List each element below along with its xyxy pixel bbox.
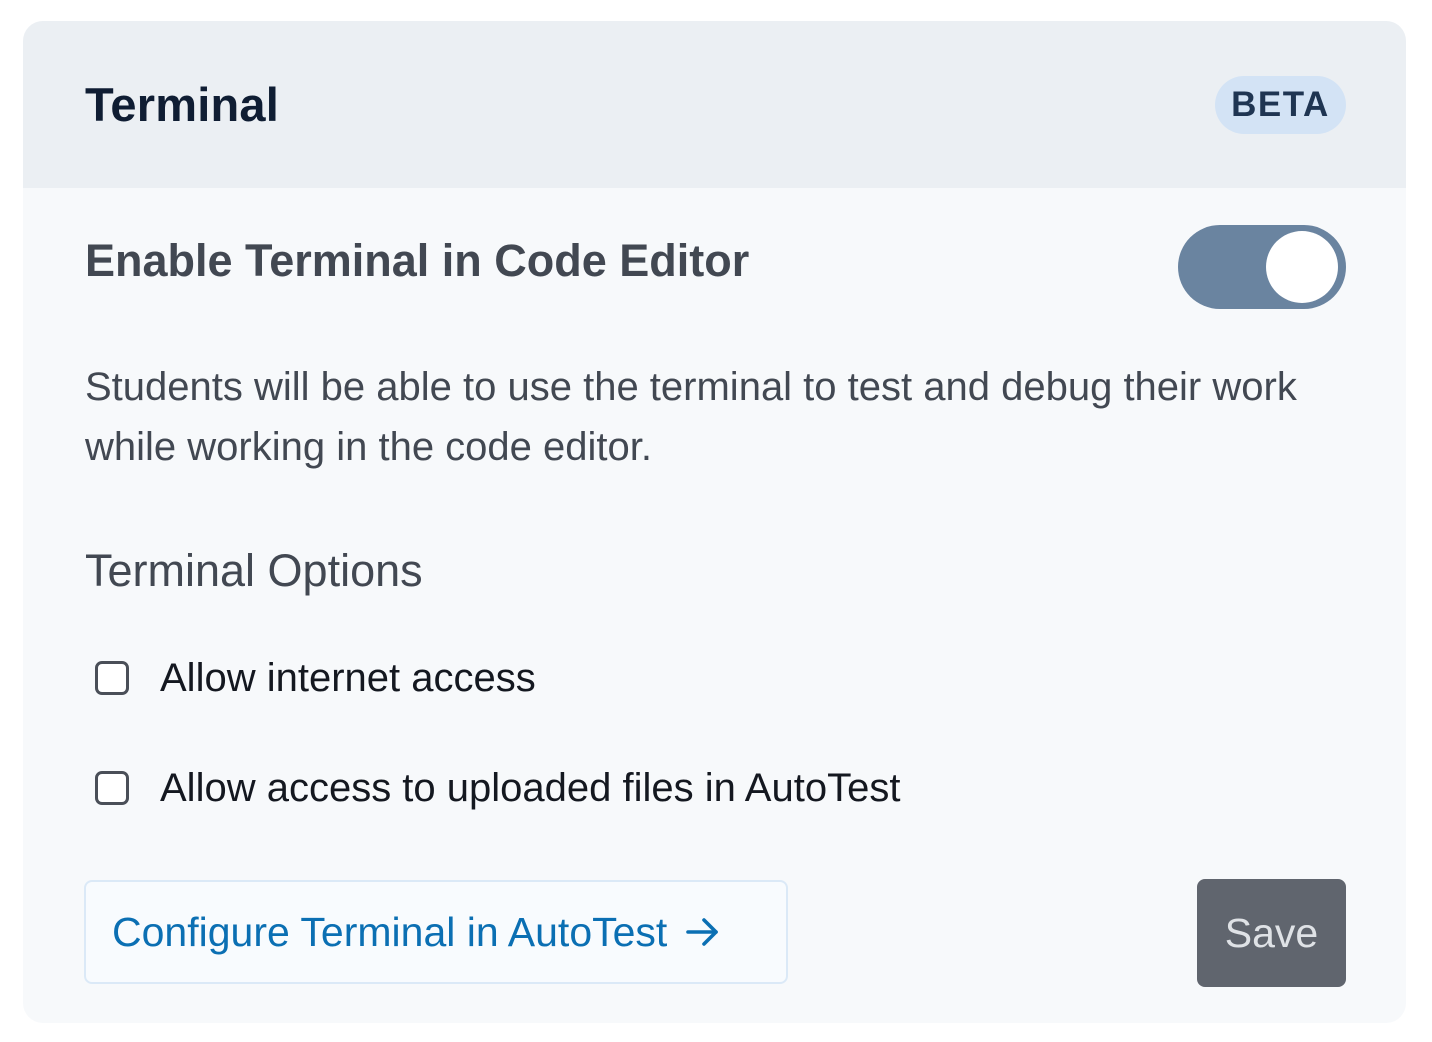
enable-terminal-description: Students will be able to use the termina… (85, 365, 1297, 469)
allow-uploaded-files-checkbox[interactable] (95, 771, 129, 805)
option-allow-internet-access[interactable]: Allow internet access (95, 648, 536, 708)
option-label: Allow access to uploaded files in AutoTe… (160, 765, 901, 810)
enable-terminal-toggle[interactable] (1178, 225, 1346, 309)
toggle-knob (1266, 231, 1338, 303)
terminal-options-heading: Terminal Options (85, 545, 423, 596)
card-header: Terminal BETA (23, 21, 1406, 188)
configure-link-label: Configure Terminal in AutoTest (112, 908, 668, 955)
enable-terminal-label: Enable Terminal in Code Editor (85, 235, 750, 286)
option-allow-uploaded-files[interactable]: Allow access to uploaded files in AutoTe… (95, 758, 900, 818)
terminal-settings-card: Terminal BETA Enable Terminal in Code Ed… (23, 21, 1406, 1023)
beta-badge: BETA (1215, 76, 1346, 134)
save-button[interactable]: Save (1197, 879, 1346, 987)
card-title: Terminal (85, 78, 280, 131)
option-label: Allow internet access (160, 655, 536, 700)
configure-terminal-autotest-link[interactable]: Configure Terminal in AutoTest (84, 880, 788, 984)
arrow-right-icon (686, 918, 719, 946)
allow-internet-checkbox[interactable] (95, 661, 129, 695)
